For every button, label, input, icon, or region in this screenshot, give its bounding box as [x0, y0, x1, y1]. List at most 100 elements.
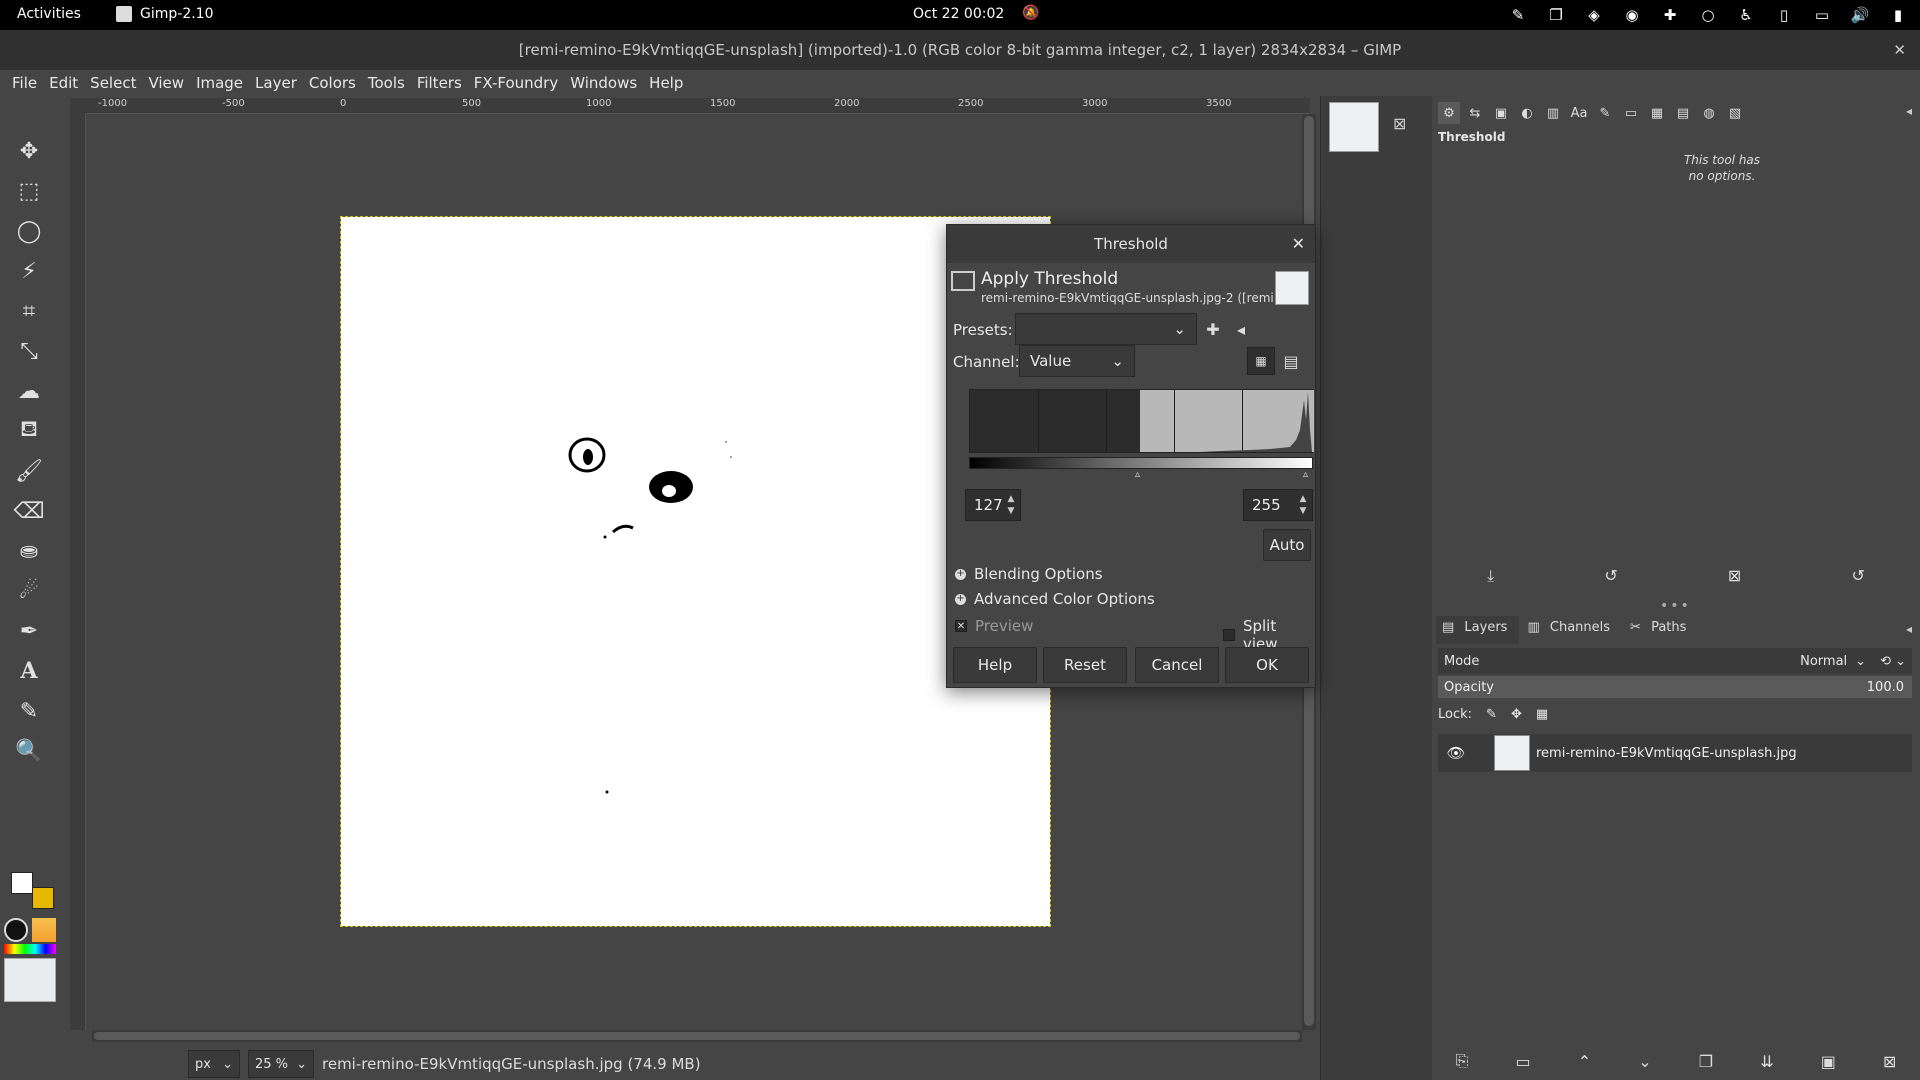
delete-options-icon[interactable]: ⊠: [1728, 566, 1741, 594]
menu-tools[interactable]: Tools: [362, 74, 411, 92]
mode-value[interactable]: Normal: [1800, 654, 1847, 669]
add-preset-icon[interactable]: ✚: [1199, 315, 1227, 343]
menu-fx-foundry[interactable]: FX-Foundry: [468, 74, 564, 92]
thresholded-image[interactable]: [340, 216, 1051, 927]
log-histogram-icon[interactable]: ▤: [1277, 347, 1305, 375]
split-view-check-icon[interactable]: [1223, 629, 1235, 641]
dock-menu-icon[interactable]: ◂: [1906, 104, 1912, 118]
high-threshold-spin[interactable]: 255 ▲ ▼: [1243, 489, 1313, 521]
duplicate-layer-icon[interactable]: ❐: [1699, 1052, 1713, 1071]
add-mask-icon[interactable]: ▣: [1821, 1052, 1836, 1071]
background-color-swatch[interactable]: [32, 887, 54, 909]
dock-resize-grip[interactable]: •••: [1660, 598, 1691, 614]
blending-options-expander[interactable]: + Blending Options: [955, 565, 1103, 583]
menu-file[interactable]: File: [6, 74, 43, 92]
palettes-tab-icon[interactable]: ◍: [1698, 102, 1720, 124]
lock-pixels-icon[interactable]: ✎: [1486, 707, 1497, 722]
patterns-tab-icon[interactable]: ▥: [1542, 102, 1564, 124]
clone-tool-icon[interactable]: ⛂: [12, 534, 46, 568]
lock-position-icon[interactable]: ✥: [1511, 707, 1522, 722]
restore-options-icon[interactable]: ↺: [1604, 566, 1617, 594]
dialog-close-icon[interactable]: ✕: [1292, 225, 1305, 263]
phone-tray-icon[interactable]: ▯: [1772, 3, 1796, 27]
eraser-tool-icon[interactable]: ⌫: [12, 494, 46, 528]
delete-layer-icon[interactable]: ⊠: [1883, 1052, 1896, 1071]
raise-layer-icon[interactable]: ⌃: [1578, 1052, 1591, 1071]
lasso-tool-icon[interactable]: ◯: [12, 214, 46, 248]
preview-check-icon[interactable]: ✕: [955, 620, 967, 632]
color-picker-tray-icon[interactable]: ✎: [1506, 3, 1530, 27]
tool-options-tab-icon[interactable]: ⚙: [1438, 102, 1460, 124]
menu-select[interactable]: Select: [84, 74, 142, 92]
window-close-icon[interactable]: ✕: [1893, 30, 1906, 70]
activities-button[interactable]: Activities: [17, 6, 81, 22]
fg-bg-colors[interactable]: [8, 872, 54, 912]
opacity-slider[interactable]: Opacity 100.0: [1438, 676, 1912, 698]
undo-history-tab-icon[interactable]: ▣: [1490, 102, 1512, 124]
spin-arrows-icon[interactable]: ▲ ▼: [1294, 490, 1312, 520]
ruler-corner[interactable]: [70, 98, 86, 114]
threshold-gradient-bar[interactable]: [969, 457, 1313, 469]
screen-tray-icon[interactable]: ▭: [1810, 3, 1834, 27]
high-threshold-handle-icon[interactable]: ▵: [1303, 469, 1308, 480]
low-threshold-spin[interactable]: 127 ▲ ▼: [965, 489, 1021, 521]
menu-filters[interactable]: Filters: [411, 74, 468, 92]
horizontal-scrollbar[interactable]: [92, 1030, 1302, 1042]
advanced-color-options-expander[interactable]: + Advanced Color Options: [955, 590, 1155, 608]
foreground-color-swatch[interactable]: [11, 872, 33, 894]
new-layer-group-icon[interactable]: ▭: [1515, 1052, 1530, 1071]
warp-tool-icon[interactable]: ☁: [12, 374, 46, 408]
bucket-fill-tool-icon[interactable]: ⛾: [12, 414, 46, 448]
move-tool-icon[interactable]: ✥: [12, 134, 46, 168]
app-menu[interactable]: Gimp-2.10: [116, 6, 214, 22]
clipboard-tray-icon[interactable]: ❐: [1544, 3, 1568, 27]
help-button[interactable]: Help: [953, 647, 1037, 683]
low-threshold-handle-icon[interactable]: ▵: [1135, 469, 1140, 480]
gradients-tab-icon[interactable]: ▧: [1724, 102, 1746, 124]
spin-arrows-icon[interactable]: ▲ ▼: [1002, 490, 1020, 520]
layers-dock-menu-icon[interactable]: ◂: [1906, 622, 1912, 636]
lower-layer-icon[interactable]: ⌄: [1638, 1052, 1651, 1071]
reset-options-icon[interactable]: ↺: [1851, 566, 1864, 594]
paintbrush-tool-icon[interactable]: 🖌: [12, 454, 46, 488]
images-tab-icon[interactable]: ▭: [1620, 102, 1642, 124]
menu-image[interactable]: Image: [190, 74, 249, 92]
color-picker-tool-icon[interactable]: ✎: [12, 694, 46, 728]
tab-channels[interactable]: ▥ Channels: [1521, 616, 1622, 644]
fuzzy-select-tool-icon[interactable]: ⚡: [12, 254, 46, 288]
pattern-swatch[interactable]: [32, 918, 56, 942]
crop-tool-icon[interactable]: ⌗: [12, 294, 46, 328]
presets-select[interactable]: ⌄: [1015, 313, 1197, 345]
dialog-title-bar[interactable]: Threshold ✕: [947, 225, 1315, 263]
zoom-select[interactable]: 25 % ⌄: [248, 1050, 314, 1078]
battery-icon[interactable]: ▮: [1886, 3, 1910, 27]
histogram[interactable]: [969, 389, 1314, 453]
linear-histogram-icon[interactable]: ▦: [1247, 347, 1275, 375]
tab-paths[interactable]: ✂ Paths: [1624, 616, 1698, 644]
preview-checkbox[interactable]: ✕ Preview: [955, 617, 1033, 635]
preset-menu-icon[interactable]: ◂: [1227, 315, 1255, 343]
document-history-tab-icon[interactable]: ▦: [1646, 102, 1668, 124]
menu-windows[interactable]: Windows: [564, 74, 643, 92]
active-image-thumbnail[interactable]: [4, 958, 56, 1002]
zoom-tool-icon[interactable]: 🔍: [12, 734, 46, 768]
image-tab-thumbnail[interactable]: [1329, 102, 1379, 152]
unit-select[interactable]: px ⌄: [188, 1050, 240, 1078]
paint-dynamics-tab-icon[interactable]: ✎: [1594, 102, 1616, 124]
tab-layers[interactable]: ▤ Layers: [1436, 616, 1520, 644]
menu-help[interactable]: Help: [643, 74, 689, 92]
volume-icon[interactable]: 🔊: [1848, 3, 1872, 27]
reset-button[interactable]: Reset: [1043, 647, 1127, 683]
drive-tray-icon[interactable]: ◉: [1620, 3, 1644, 27]
merge-layer-icon[interactable]: ⇊: [1760, 1052, 1773, 1071]
layer-item[interactable]: 👁 remi-remino-E9kVmtiqqGE-unsplash.jpg: [1438, 734, 1912, 772]
circle-tray-icon[interactable]: ○: [1696, 3, 1720, 27]
menu-edit[interactable]: Edit: [43, 74, 84, 92]
mode-switch-icon[interactable]: ⟲ ⌄: [1880, 654, 1906, 669]
paths-tool-icon[interactable]: ✒: [12, 614, 46, 648]
new-layer-icon[interactable]: ⎘: [1456, 1051, 1469, 1071]
menu-view[interactable]: View: [142, 74, 190, 92]
templates-tab-icon[interactable]: ▤: [1672, 102, 1694, 124]
horizontal-scrollbar-thumb[interactable]: [94, 1032, 1300, 1040]
menu-colors[interactable]: Colors: [303, 74, 362, 92]
